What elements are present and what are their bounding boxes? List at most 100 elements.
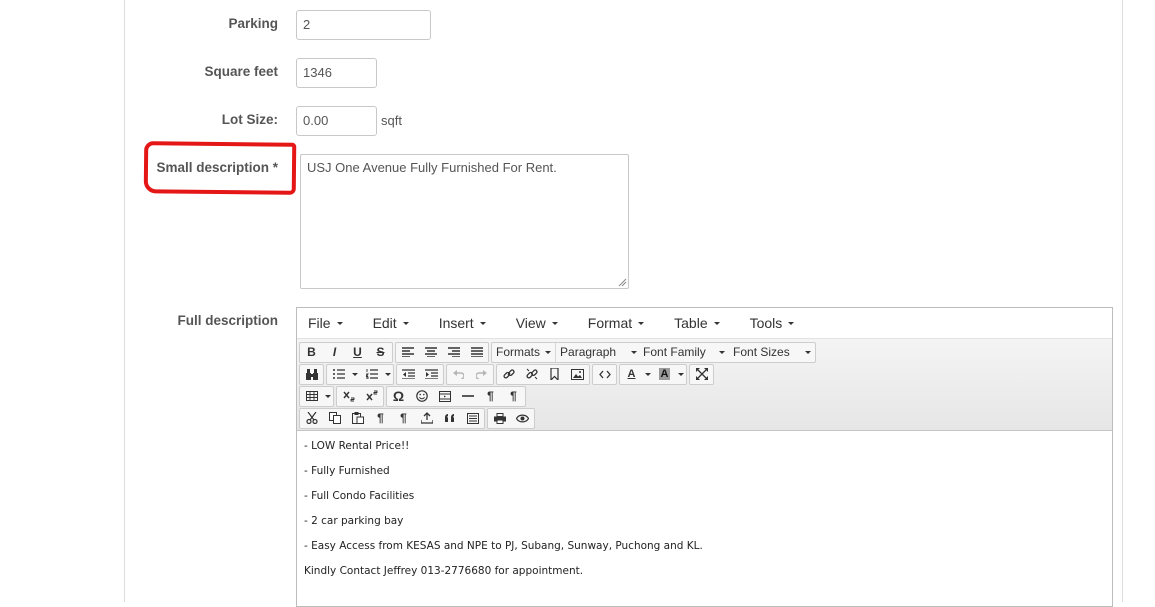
fullscreen-group: [689, 363, 714, 385]
chevron-down-icon: [805, 350, 812, 354]
font-sizes-dropdown[interactable]: Font Sizes: [729, 343, 815, 362]
square-feet-label: Square feet: [204, 64, 278, 79]
align-justify-icon[interactable]: [465, 343, 488, 362]
italic-button[interactable]: I: [323, 343, 346, 362]
history-group: [446, 363, 494, 385]
special-character-icon[interactable]: Ω: [387, 387, 410, 406]
table-icon[interactable]: [300, 387, 323, 406]
chevron-down-icon: [336, 321, 343, 325]
lot-size-unit: sqft: [381, 113, 402, 128]
content-line: - Fully Furnished: [304, 465, 390, 477]
special-group: Ω ¶ ¶: [386, 385, 526, 407]
rich-text-editor: File Edit Insert View Format Table Tools…: [296, 307, 1113, 607]
clipboard-group: ¶ ¶: [299, 407, 485, 429]
menu-table-label: Table: [674, 315, 708, 331]
blockquote-icon[interactable]: [438, 409, 461, 428]
ltr-icon[interactable]: ¶: [479, 387, 502, 406]
menu-insert[interactable]: Insert: [433, 315, 488, 331]
output-group: [487, 407, 535, 429]
text-color-icon[interactable]: A: [620, 365, 643, 384]
small-description-textarea[interactable]: USJ One Avenue Fully Furnished For Rent.: [300, 154, 629, 289]
editor-toolbars: B I U S Formats Paragraph Font Family Fo…: [297, 339, 1112, 431]
rtl-icon[interactable]: ¶: [502, 387, 525, 406]
text-style-group: B I U S: [299, 341, 393, 363]
indent-icon[interactable]: [420, 365, 443, 384]
chevron-down-icon: [545, 350, 552, 354]
strikethrough-button[interactable]: S: [369, 343, 392, 362]
cut-icon[interactable]: [300, 409, 323, 428]
paste-text-icon[interactable]: ¶: [369, 409, 392, 428]
menu-format[interactable]: Format: [582, 315, 646, 331]
menu-format-label: Format: [587, 315, 633, 331]
image-icon[interactable]: [566, 365, 589, 384]
formats-dropdown[interactable]: Formats: [492, 343, 555, 362]
menu-file-label: File: [308, 315, 331, 331]
resize-grip-icon[interactable]: [617, 277, 627, 287]
content-line: - Full Condo Facilities: [304, 490, 415, 502]
unlink-icon[interactable]: [520, 365, 543, 384]
color-group: A A: [619, 363, 687, 385]
chevron-down-icon: [719, 350, 726, 354]
square-feet-input[interactable]: 1346: [296, 58, 377, 88]
paragraph-dropdown[interactable]: Paragraph: [555, 342, 641, 362]
chevron-down-icon: [385, 372, 391, 376]
emoticons-icon[interactable]: [410, 387, 433, 406]
bullet-list-icon[interactable]: [327, 365, 350, 384]
upload-icon[interactable]: [415, 409, 438, 428]
bookmark-icon[interactable]: [543, 365, 566, 384]
copy-icon[interactable]: [323, 409, 346, 428]
formats-label: Formats: [496, 345, 541, 359]
underline-button[interactable]: U: [346, 343, 369, 362]
lot-size-input[interactable]: 0.00: [296, 106, 377, 136]
content-line: - LOW Rental Price!!: [304, 440, 410, 452]
align-right-icon[interactable]: [442, 343, 465, 362]
background-color-icon[interactable]: A: [653, 365, 676, 384]
font-sizes-label: Font Sizes: [733, 345, 790, 359]
text-color-options[interactable]: [643, 365, 653, 384]
menu-insert-label: Insert: [438, 315, 474, 331]
table-options[interactable]: [323, 387, 333, 406]
media-icon[interactable]: [433, 387, 456, 406]
menu-edit[interactable]: Edit: [367, 315, 411, 331]
parking-label: Parking: [228, 16, 278, 31]
print-icon[interactable]: [488, 409, 511, 428]
small-description-label: Small description *: [156, 160, 278, 175]
numbered-list-icon[interactable]: [360, 365, 383, 384]
font-family-dropdown[interactable]: Font Family: [641, 343, 729, 362]
background-color-options[interactable]: [676, 365, 686, 384]
menu-view[interactable]: View: [510, 315, 560, 331]
paste-icon[interactable]: [346, 409, 369, 428]
menu-file[interactable]: File: [302, 315, 345, 331]
indent-group: [396, 363, 444, 385]
align-left-icon[interactable]: [396, 343, 419, 362]
toolbar-row-2: A A: [299, 363, 1110, 385]
menu-table[interactable]: Table: [668, 315, 721, 331]
numbered-list-options[interactable]: [383, 365, 393, 384]
editor-content[interactable]: - LOW Rental Price!! - Fully Furnished -…: [297, 431, 1112, 599]
paragraph-label: Paragraph: [560, 345, 617, 359]
subscript-icon[interactable]: [337, 387, 360, 406]
omega-glyph: Ω: [392, 388, 405, 404]
code-icon[interactable]: [593, 365, 616, 384]
template-icon[interactable]: [461, 409, 484, 428]
fullscreen-icon[interactable]: [690, 365, 713, 384]
chevron-down-icon: [645, 372, 651, 376]
bold-button[interactable]: B: [300, 343, 323, 362]
visual-chars-icon[interactable]: ¶: [392, 409, 415, 428]
undo-icon[interactable]: [447, 365, 470, 384]
formatting-dropdowns: Formats Paragraph Font Family Font Sizes: [491, 341, 817, 363]
chevron-down-icon: [352, 372, 358, 376]
menu-tools[interactable]: Tools: [744, 315, 797, 331]
bullet-list-options[interactable]: [350, 365, 360, 384]
binoculars-icon[interactable]: [300, 365, 323, 384]
preview-icon[interactable]: [511, 409, 534, 428]
content-line: Kindly Contact Jeffrey 013-2776680 for a…: [304, 565, 584, 577]
horizontal-rule-icon[interactable]: [456, 387, 479, 406]
parking-input[interactable]: 2: [296, 10, 431, 40]
redo-icon[interactable]: [470, 365, 493, 384]
bg-color-letter: A: [658, 368, 671, 380]
superscript-icon[interactable]: [360, 387, 383, 406]
link-icon[interactable]: [497, 365, 520, 384]
align-center-icon[interactable]: [419, 343, 442, 362]
outdent-icon[interactable]: [397, 365, 420, 384]
